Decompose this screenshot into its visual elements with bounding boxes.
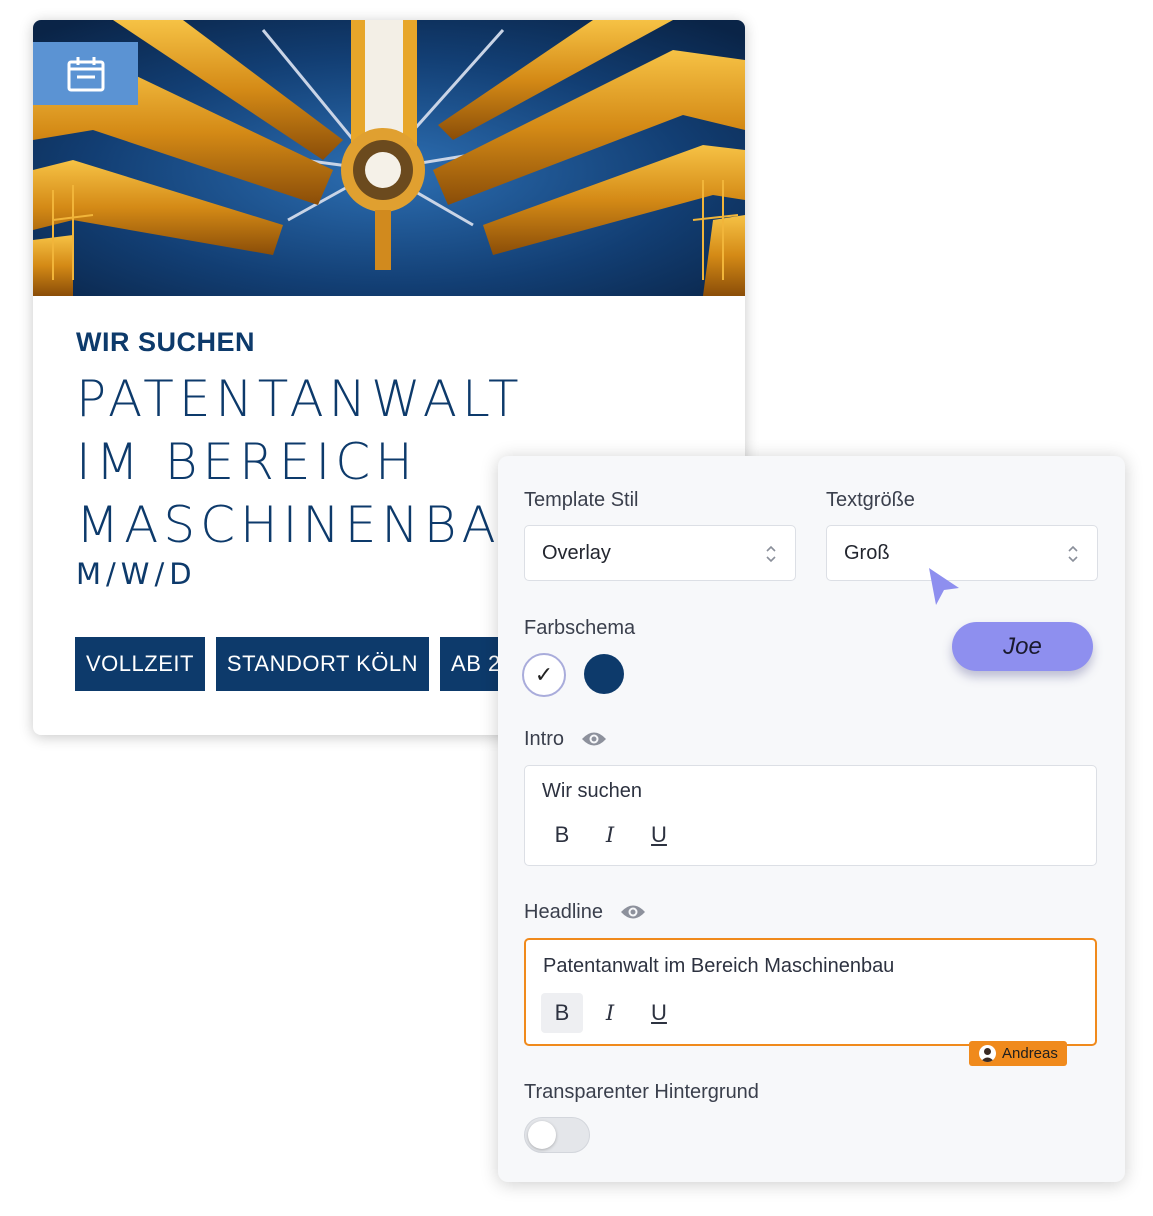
collaborator-tag-andreas: Andreas	[969, 1041, 1067, 1066]
text-size-label: Textgröße	[826, 489, 915, 511]
ad-headline-line: PATENTANWALT	[76, 370, 524, 428]
eye-icon[interactable]	[581, 730, 607, 753]
headline-value: Patentanwalt im Bereich Maschinenbau	[543, 955, 895, 977]
select-chevron-icon	[765, 544, 777, 570]
underline-button[interactable]: U	[638, 815, 680, 855]
eye-icon[interactable]	[620, 903, 646, 926]
collaborator-name: Andreas	[1002, 1045, 1058, 1062]
ad-tags: VOLLZEIT STANDORT KÖLN AB 24.	[75, 637, 532, 691]
calendar-badge	[33, 42, 138, 105]
headline-textbox[interactable]: Patentanwalt im Bereich Maschinenbau B I…	[524, 938, 1097, 1046]
ad-tag: STANDORT KÖLN	[215, 637, 430, 691]
bold-button[interactable]: B	[541, 815, 583, 855]
cursor-pointer-icon	[926, 566, 962, 611]
template-settings-panel: Template Stil Overlay Textgröße Groß Far…	[498, 456, 1125, 1182]
color-swatch-blue[interactable]	[584, 654, 624, 694]
text-size-value: Groß	[844, 541, 890, 564]
italic-button[interactable]: I	[589, 993, 631, 1033]
template-style-select[interactable]: Overlay	[524, 525, 796, 581]
collaborator-name: Joe	[1003, 632, 1042, 660]
underline-button[interactable]: U	[638, 993, 680, 1033]
calendar-icon	[67, 56, 105, 92]
intro-value: Wir suchen	[542, 780, 643, 802]
template-style-label: Template Stil	[524, 489, 639, 511]
select-chevron-icon	[1067, 544, 1079, 570]
text-size-select[interactable]: Groß	[826, 525, 1098, 581]
bold-button[interactable]: B	[541, 993, 583, 1033]
ad-gender-suffix: M/W/D	[76, 557, 197, 591]
template-style-value: Overlay	[542, 541, 611, 564]
italic-button[interactable]: I	[589, 815, 631, 855]
avatar	[979, 1045, 996, 1062]
headline-label: Headline	[524, 901, 603, 923]
color-swatch-white[interactable]: ✓	[522, 653, 566, 697]
transparent-bg-toggle[interactable]	[524, 1117, 590, 1153]
collaborator-tag-joe: Joe	[952, 622, 1093, 671]
ad-intro-text: WIR SUCHEN	[76, 327, 255, 357]
ad-tag: VOLLZEIT	[75, 637, 205, 691]
intro-textbox[interactable]: Wir suchen B I U	[524, 765, 1097, 866]
toggle-knob	[528, 1121, 556, 1149]
hero-image-offshore-rig	[33, 20, 745, 296]
transparent-bg-label: Transparenter Hintergrund	[524, 1081, 759, 1103]
color-scheme-label: Farbschema	[524, 617, 636, 639]
checkmark-icon: ✓	[534, 662, 554, 687]
intro-label: Intro	[524, 728, 565, 750]
